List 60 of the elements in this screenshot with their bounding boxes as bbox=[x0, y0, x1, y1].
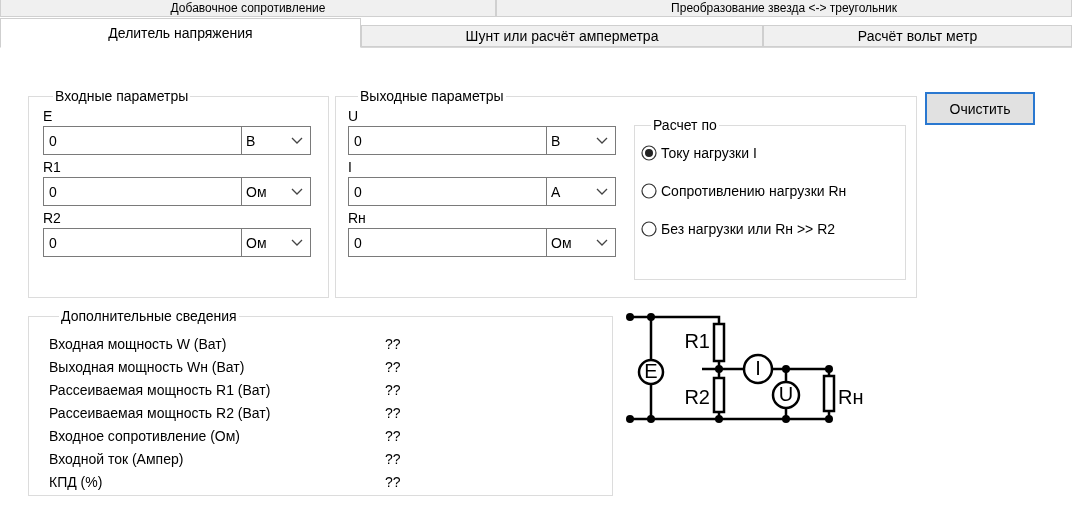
info-value: ?? bbox=[385, 427, 402, 444]
field-label: R2 bbox=[43, 209, 62, 228]
value-field[interactable]: 0 bbox=[348, 126, 546, 155]
chevron-icon bbox=[596, 188, 608, 195]
circuit-label: R1 bbox=[684, 330, 710, 352]
group-title: Входные параметры bbox=[54, 88, 190, 104]
circuit-label: Rн bbox=[838, 386, 864, 408]
chevron-icon bbox=[291, 239, 303, 246]
info-label: Рассеиваемая мощность R1 (Ват) bbox=[49, 381, 272, 398]
info-label: Входное сопротивление (Ом) bbox=[49, 427, 242, 444]
chevron-icon bbox=[291, 188, 303, 195]
value-field[interactable]: 0 bbox=[43, 177, 241, 206]
info-value: ?? bbox=[385, 404, 402, 421]
unit-dropdown[interactable]: Ом bbox=[546, 228, 616, 257]
info-label: Рассеиваемая мощность R2 (Ват) bbox=[49, 404, 272, 421]
circuit-label: I bbox=[755, 357, 761, 379]
tab[interactable]: Делитель напряжения bbox=[0, 18, 361, 48]
info-label: КПД (%) bbox=[49, 473, 104, 490]
group-title: Дополнительные сведения bbox=[60, 308, 238, 324]
field-label: R1 bbox=[43, 158, 62, 177]
field-label: I bbox=[348, 158, 353, 177]
value-field[interactable]: 0 bbox=[348, 228, 546, 257]
clear-button[interactable]: Очистить bbox=[925, 92, 1035, 125]
unit-dropdown[interactable]: Ом bbox=[241, 228, 311, 257]
group-title: Выходные параметры bbox=[359, 88, 505, 104]
field-label: U bbox=[348, 107, 360, 126]
value-field[interactable]: 0 bbox=[348, 177, 546, 206]
info-value: ?? bbox=[385, 381, 402, 398]
field-label: Rн bbox=[348, 209, 367, 228]
unit-dropdown[interactable]: В bbox=[546, 126, 616, 155]
unit-dropdown[interactable]: В bbox=[241, 126, 311, 155]
radio-option[interactable]: Без нагрузки или Rн >> R2 bbox=[641, 221, 905, 237]
chevron-icon bbox=[596, 137, 608, 144]
radio-button[interactable] bbox=[641, 221, 657, 237]
unit-dropdown[interactable]: Ом bbox=[241, 177, 311, 206]
circuit-label: R2 bbox=[684, 386, 710, 408]
circuit-label: E bbox=[644, 360, 658, 382]
info-value: ?? bbox=[385, 450, 402, 467]
value-field[interactable]: 0 bbox=[43, 126, 241, 155]
radio-button[interactable] bbox=[641, 183, 657, 199]
tab[interactable]: Расчёт вольт метр bbox=[763, 25, 1072, 47]
tab[interactable]: Шунт или расчёт амперметра bbox=[361, 25, 763, 47]
radio-option[interactable]: Току нагрузки I bbox=[641, 145, 905, 161]
chevron-icon bbox=[596, 239, 608, 246]
unit-dropdown[interactable]: А bbox=[546, 177, 616, 206]
info-value: ?? bbox=[385, 335, 402, 352]
tab[interactable]: Добавочное сопротивление bbox=[0, 0, 496, 17]
info-value: ?? bbox=[385, 358, 402, 375]
value-field[interactable]: 0 bbox=[43, 228, 241, 257]
info-value: ?? bbox=[385, 473, 402, 490]
chevron-icon bbox=[291, 137, 303, 144]
group-title: Расчет по bbox=[652, 117, 718, 133]
radio-option[interactable]: Сопротивлению нагрузки Rн bbox=[641, 183, 905, 199]
radio-button[interactable] bbox=[641, 145, 657, 161]
tab[interactable]: Преобразование звезда <-> треугольник bbox=[496, 0, 1072, 17]
info-label: Входная мощность W (Ват) bbox=[49, 335, 228, 352]
info-label: Входной ток (Ампер) bbox=[49, 450, 185, 467]
field-label: E bbox=[43, 107, 54, 126]
info-label: Выходная мощность Wн (Ват) bbox=[49, 358, 246, 375]
circuit-label: U bbox=[778, 383, 794, 405]
